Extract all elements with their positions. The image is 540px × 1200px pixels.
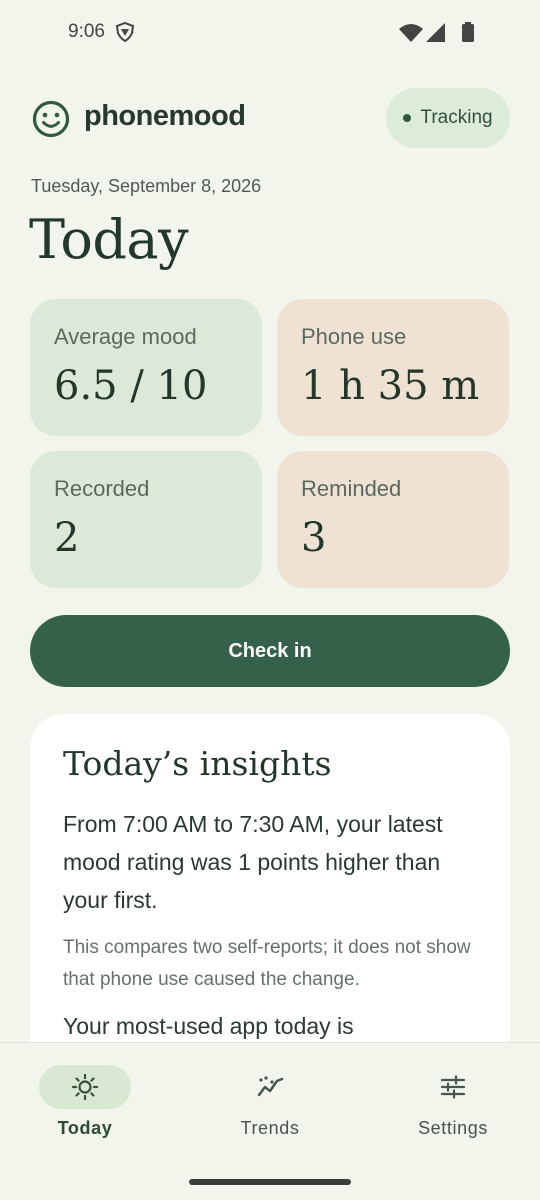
tracking-dot-icon: [403, 114, 412, 122]
average-mood-value: 6.5 / 10: [54, 363, 208, 409]
screen: 9:06 phonemood Tracking Tuesday, Septemb…: [0, 0, 540, 1200]
date-label: Tuesday, September 8, 2026: [31, 176, 262, 196]
average-mood-label: Average mood: [54, 324, 197, 349]
wifi-icon: [399, 24, 423, 42]
battery-icon: [462, 22, 474, 42]
reminded-card: Reminded 3: [277, 451, 509, 588]
nav-item-today[interactable]: Today: [0, 1043, 180, 1153]
status-time: 9:06: [68, 21, 105, 42]
sliders-icon: [440, 1075, 466, 1099]
sun-icon: [71, 1073, 99, 1101]
nav-trends-label: Trends: [240, 1118, 300, 1138]
tracking-label: Tracking: [420, 107, 493, 128]
insights-title: Today’s insights: [63, 744, 332, 783]
recorded-label: Recorded: [54, 476, 150, 501]
nav-item-trends[interactable]: Trends: [180, 1043, 360, 1153]
reminded-label: Reminded: [301, 476, 402, 501]
smiley-face-icon: [32, 100, 70, 138]
phone-use-card: Phone use 1 h 35 m: [277, 299, 509, 436]
recorded-value: 2: [54, 515, 80, 561]
nav-settings-indicator: [407, 1065, 499, 1109]
insights-most-used-app: Your most-used app today is: [63, 1013, 354, 1039]
tracking-status-chip[interactable]: Tracking: [386, 88, 510, 148]
check-in-button[interactable]: Check in: [30, 615, 510, 687]
vpn-shield-icon: [115, 22, 135, 42]
nav-settings-label: Settings: [418, 1118, 488, 1138]
recorded-card: Recorded 2: [30, 451, 262, 588]
nav-today-indicator: [39, 1065, 131, 1109]
phone-use-label: Phone use: [301, 324, 407, 349]
insights-disclaimer: This compares two self-reports; it does …: [63, 937, 471, 990]
bottom-navigation: Today Trends Settings: [0, 1042, 540, 1200]
nav-today-label: Today: [57, 1118, 113, 1138]
phone-use-value: 1 h 35 m: [301, 363, 480, 409]
nav-trends-indicator: [224, 1065, 316, 1109]
signal-icon: [426, 23, 445, 42]
reminded-value: 3: [301, 515, 327, 561]
insights-body: From 7:00 AM to 7:30 AM, your latest moo…: [63, 811, 443, 913]
home-indicator[interactable]: [189, 1179, 351, 1185]
page-title: Today: [29, 208, 189, 271]
nav-item-settings[interactable]: Settings: [363, 1043, 540, 1153]
status-bar: 9:06: [0, 0, 540, 64]
app-name: phonemood: [84, 100, 246, 132]
trends-icon: [257, 1076, 284, 1097]
average-mood-card: Average mood 6.5 / 10: [30, 299, 262, 436]
